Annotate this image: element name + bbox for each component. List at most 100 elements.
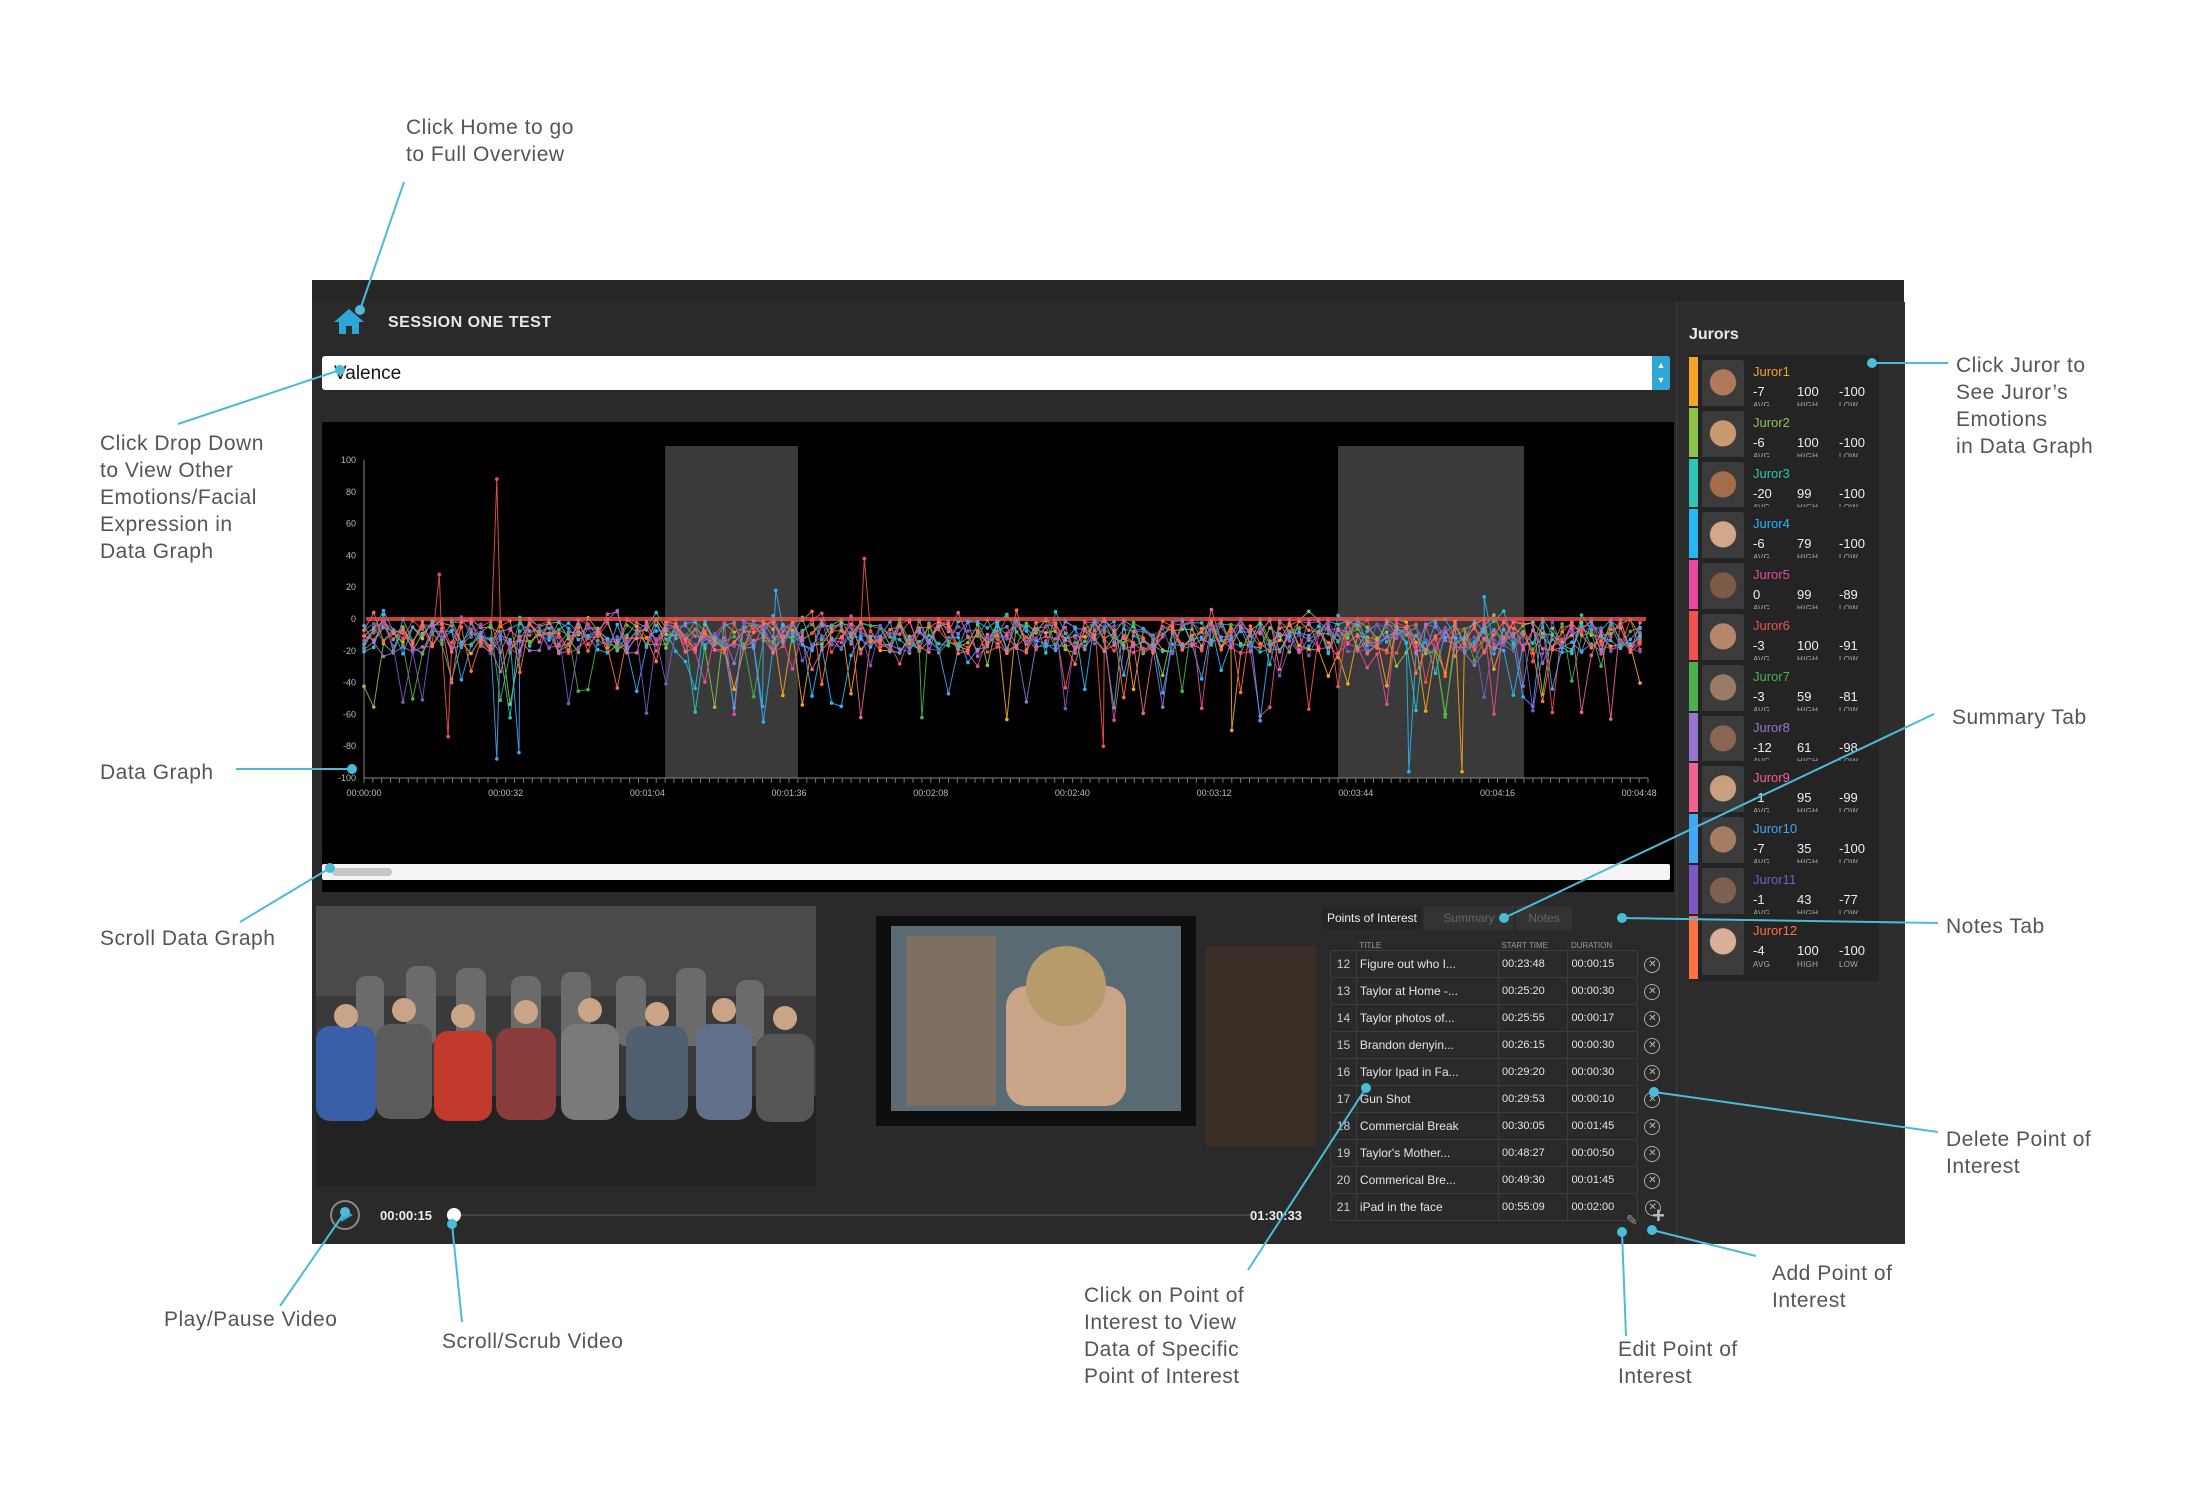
poi-row[interactable]: 18 Commercial Break 00:30:05 00:01:45 ✕ — [1330, 1112, 1668, 1140]
delete-icon[interactable]: ✕ — [1644, 956, 1661, 973]
poi-row-start: 00:25:55 — [1497, 1004, 1569, 1032]
juror-name: Juror8 — [1753, 719, 1790, 735]
delete-icon[interactable]: ✕ — [1644, 1118, 1661, 1135]
series-point — [547, 626, 551, 630]
series-point — [1423, 709, 1428, 713]
series-point — [1462, 642, 1467, 646]
series-point — [1229, 622, 1233, 627]
emotion-dropdown[interactable]: Valence ▲ ▼ — [322, 356, 1670, 390]
juror-high: 100 — [1797, 384, 1819, 399]
series-point — [1521, 621, 1525, 626]
series-point — [820, 634, 824, 638]
poi-row-title[interactable]: Gun Shot — [1355, 1085, 1499, 1113]
poi-row-title[interactable]: iPad in the face — [1355, 1193, 1499, 1221]
delete-icon[interactable]: ✕ — [1644, 1172, 1661, 1189]
poi-row-title[interactable]: Taylor at Home -... — [1355, 977, 1499, 1005]
delete-icon[interactable]: ✕ — [1644, 1037, 1661, 1054]
series-point — [1044, 634, 1048, 639]
series-point — [1190, 621, 1194, 625]
delete-icon[interactable]: ✕ — [1644, 1010, 1661, 1027]
series-point — [1550, 620, 1555, 625]
series-point — [1238, 651, 1243, 655]
series-point — [527, 633, 532, 638]
series-point — [820, 682, 824, 686]
series-point — [1112, 628, 1116, 633]
series-point — [1375, 652, 1379, 656]
series-point — [557, 651, 561, 656]
series-point — [1277, 620, 1282, 625]
poi-row[interactable]: 12 Figure out who I... 00:23:48 00:00:15 ✕ — [1330, 950, 1668, 978]
video-scrub-knob[interactable] — [447, 1208, 461, 1222]
poi-row[interactable]: 20 Commerical Bre... 00:49:30 00:01:45 ✕ — [1330, 1166, 1668, 1194]
poi-row[interactable]: 16 Taylor Ipad in Fa... 00:29:20 00:00:30 ✕ — [1330, 1058, 1668, 1086]
juror-name: Juror2 — [1753, 414, 1790, 430]
poi-row[interactable]: 13 Taylor at Home -... 00:25:20 00:00:30 ✕ — [1330, 977, 1668, 1005]
series-point — [576, 637, 581, 642]
video-scrub-track[interactable] — [452, 1214, 1252, 1216]
delete-icon[interactable]: ✕ — [1644, 983, 1661, 1000]
poi-row[interactable]: 19 Taylor's Mother... 00:48:27 00:00:50 ✕ — [1330, 1139, 1668, 1167]
add-icon[interactable]: + — [1652, 1205, 1668, 1227]
series-point — [1355, 627, 1360, 631]
poi-row-start: 00:29:20 — [1497, 1058, 1569, 1086]
series-point — [1034, 643, 1038, 647]
series-point — [537, 624, 542, 628]
poi-row-title[interactable]: Taylor Ipad in Fa... — [1355, 1058, 1499, 1086]
series-point — [820, 637, 824, 642]
delete-icon[interactable]: ✕ — [1644, 1145, 1661, 1162]
juror-card[interactable]: Juror12 -4 100 -100 AVG HIGH LOW — [1689, 913, 1879, 981]
series-point — [634, 689, 639, 694]
series-point — [1336, 613, 1340, 618]
poi-row[interactable]: 21 iPad in the face 00:55:09 00:02:00 ✕ — [1330, 1193, 1668, 1221]
series-point — [1384, 683, 1389, 688]
series-point — [1501, 643, 1506, 648]
series-point — [849, 632, 853, 637]
play-icon[interactable] — [330, 1200, 360, 1230]
series-point — [1316, 647, 1321, 651]
series-point — [897, 637, 902, 642]
series-point — [732, 634, 736, 639]
series-point — [1024, 635, 1029, 640]
tab-points-of-interest[interactable]: Points of Interest — [1322, 906, 1422, 930]
video-player[interactable] — [316, 906, 1316, 1186]
series-point — [1346, 621, 1350, 626]
poi-row[interactable]: 17 Gun Shot 00:29:53 00:00:10 ✕ — [1330, 1085, 1668, 1113]
delete-icon[interactable]: ✕ — [1644, 1091, 1661, 1108]
juror-name: Juror5 — [1753, 567, 1790, 583]
poi-row-title[interactable]: Commerical Bre... — [1355, 1166, 1499, 1194]
series-point — [995, 645, 999, 649]
zero-band — [366, 617, 1646, 621]
poi-row-title[interactable]: Taylor photos of... — [1355, 1004, 1499, 1032]
poi-row-title[interactable]: Brandon denyin... — [1355, 1031, 1499, 1059]
series-point — [1316, 624, 1321, 629]
data-graph[interactable]: 100 80 60 40 20 0 -20 -40 -60 -80 -100 00:00:00 00:0… — [322, 422, 1674, 892]
home-icon[interactable] — [332, 306, 366, 336]
tab-summary[interactable]: Summary — [1424, 906, 1514, 930]
poi-row-title[interactable]: Commercial Break — [1355, 1112, 1499, 1140]
graph-scrollbar[interactable] — [322, 864, 1670, 880]
series-point — [1121, 627, 1126, 631]
series-point — [771, 651, 775, 655]
edit-icon[interactable]: ✎ — [1626, 1212, 1642, 1228]
series-point — [975, 649, 980, 653]
juror-avg: -6 — [1753, 536, 1765, 552]
poi-row[interactable]: 14 Taylor photos of... 00:25:55 00:00:17 ✕ — [1330, 1004, 1668, 1032]
tab-notes[interactable]: Notes — [1516, 906, 1572, 930]
series-point — [810, 667, 814, 672]
series-point — [868, 640, 873, 644]
series-point — [508, 637, 512, 642]
series-point — [1277, 626, 1282, 631]
delete-icon[interactable]: ✕ — [1644, 1064, 1661, 1081]
series-point — [683, 649, 688, 654]
series-point — [644, 645, 649, 650]
graph-scrollbar-thumb[interactable] — [332, 868, 392, 876]
poi-row-title[interactable]: Figure out who I... — [1355, 950, 1499, 978]
col-header-delete — [1637, 940, 1667, 951]
series-point — [1550, 632, 1555, 636]
series-point — [1453, 654, 1457, 659]
series-point — [1384, 702, 1389, 707]
series-point — [1248, 649, 1253, 654]
annotation-leader-line — [1621, 1231, 1627, 1337]
poi-row-title[interactable]: Taylor's Mother... — [1355, 1139, 1499, 1167]
poi-row[interactable]: 15 Brandon denyin... 00:26:15 00:00:30 ✕ — [1330, 1031, 1668, 1059]
